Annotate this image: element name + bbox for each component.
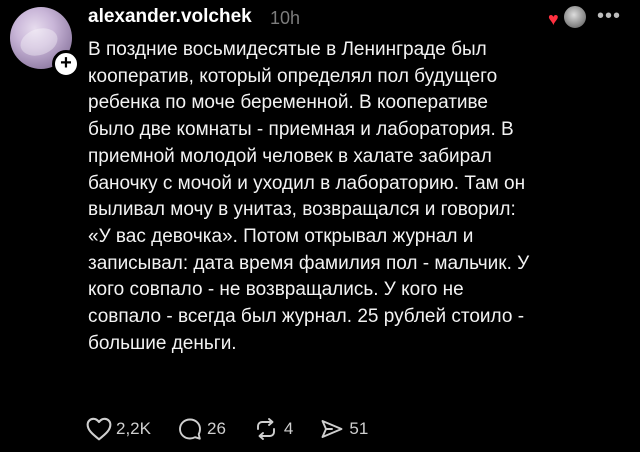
post-text-line: было две комнаты - приемная и лаборатори… xyxy=(88,119,514,141)
post-text-line: кооператив, который определял пол будуще… xyxy=(88,65,498,87)
share-button[interactable]: 51 xyxy=(319,417,368,441)
comment-icon xyxy=(179,418,201,440)
comment-button[interactable]: 26 xyxy=(177,417,226,441)
liked-by-indicator[interactable]: ♥ xyxy=(548,4,590,30)
comment-count: 26 xyxy=(206,419,226,438)
post-text: В поздние восьмидесятые в Ленинграде был… xyxy=(88,37,618,357)
post-text-line: выливал мочу в унитаз, возвращался и гов… xyxy=(88,199,516,221)
liked-by-avatar xyxy=(562,4,588,30)
repost-count: 4 xyxy=(283,419,294,438)
like-button[interactable]: 2,2K xyxy=(86,417,151,441)
post-text-line: В поздние восьмидесятые в Ленинграде был xyxy=(88,39,487,60)
more-icon[interactable]: ••• xyxy=(597,5,621,28)
post-text-line: записывал: дата время фамилия пол - маль… xyxy=(88,252,530,274)
follow-plus-icon[interactable]: + xyxy=(52,50,80,78)
post-text-line: кого совпало - не возвращались. У кого н… xyxy=(88,279,464,301)
share-count: 51 xyxy=(349,419,369,438)
repost-icon xyxy=(256,418,275,440)
action-bar: 2,2K 26 4 51 xyxy=(86,414,368,444)
post-text-line: ребенка по моче беременной. В кооператив… xyxy=(88,92,488,114)
post-text-line: «У вас девочка». Потом открывал журнал и xyxy=(88,225,474,247)
post-text-line: совпало - всегда был журнал. 25 рублей с… xyxy=(88,306,525,328)
send-icon xyxy=(321,420,343,438)
post-time: 10h xyxy=(270,8,301,28)
repost-button[interactable]: 4 xyxy=(252,417,293,441)
post-text-line: большие деньги. xyxy=(88,332,237,354)
post-text-line: приемной молодой человек в халате забира… xyxy=(88,145,492,167)
post-text-line: баночку с мочой и уходил в лабораторию. … xyxy=(88,172,526,194)
username[interactable]: alexander.volchek xyxy=(88,6,252,28)
heart-outline-icon xyxy=(86,417,112,441)
heart-icon: ♥ xyxy=(548,9,559,29)
like-count: 2,2K xyxy=(116,419,151,438)
